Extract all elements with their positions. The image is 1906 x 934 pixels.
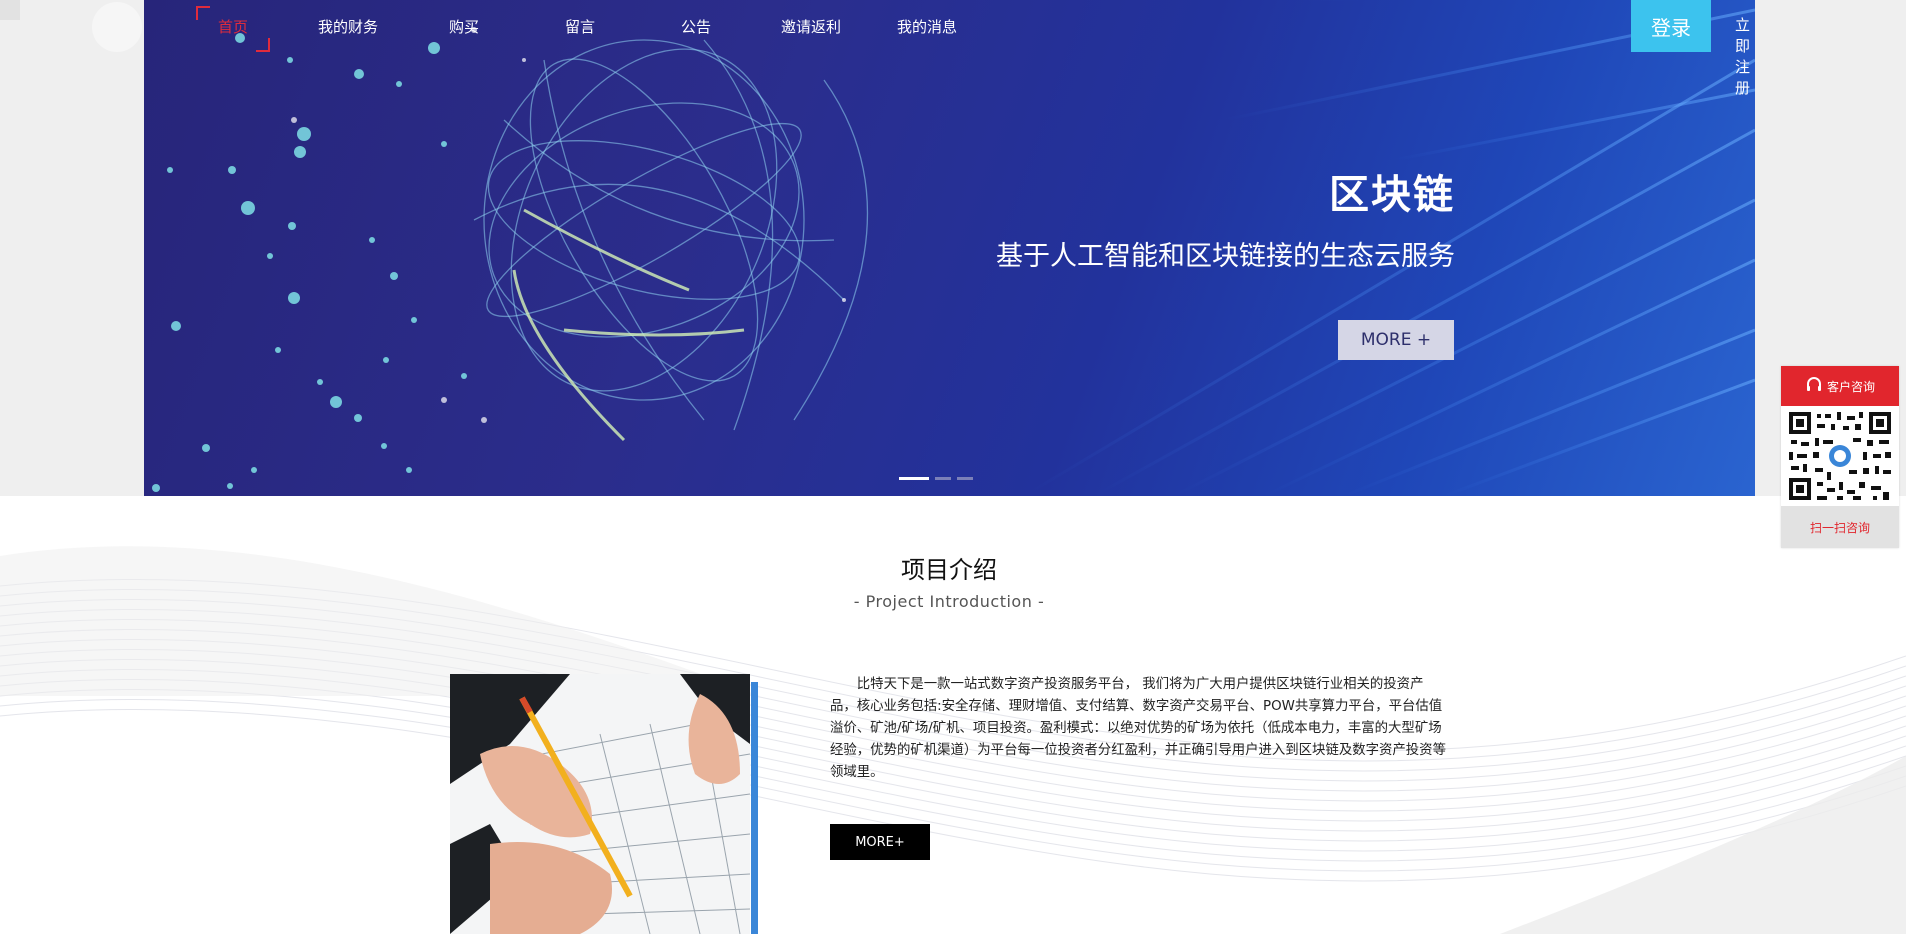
carousel-dot-3[interactable]: [957, 477, 973, 480]
active-nav-bracket: [196, 6, 210, 20]
headset-icon: [1805, 376, 1823, 397]
photo-accent-bar: [751, 682, 758, 934]
nav-item-buy[interactable]: 购买: [449, 16, 479, 37]
hero-more-button[interactable]: MORE +: [1338, 320, 1454, 360]
decor-circle: [92, 2, 142, 52]
consult-widget: 客户咨询 扫一扫咨询: [1781, 366, 1899, 548]
hero-banner: 首页 我的财务 购买 留言 公告 邀请返利 我的消息 登录 立即注册 区块链 基…: [144, 0, 1755, 496]
active-nav-bracket: [256, 38, 270, 52]
carousel-indicators: [899, 477, 973, 480]
section-title: 项目介绍: [901, 556, 997, 584]
nav-item-invite[interactable]: 邀请返利: [781, 16, 841, 37]
project-more-button[interactable]: MORE+: [830, 824, 930, 860]
section-subtitle: - Project Introduction -: [853, 592, 1045, 611]
nav-item-finance[interactable]: 我的财务: [318, 16, 378, 37]
project-description: 比特天下是一款一站式数字资产投资服务平台， 我们将为广大用户提供区块链行业相关的…: [830, 677, 1446, 780]
scan-consult-label: 扫一扫咨询: [1781, 506, 1899, 548]
login-button[interactable]: 登录: [1631, 0, 1711, 52]
carousel-dot-2[interactable]: [935, 477, 951, 480]
hero-title: 区块链: [1329, 172, 1455, 218]
consult-header[interactable]: 客户咨询: [1781, 366, 1899, 406]
nav-item-message[interactable]: 留言: [565, 16, 595, 37]
nav-item-notice[interactable]: 公告: [681, 16, 711, 37]
register-link[interactable]: 立即注册: [1735, 14, 1755, 98]
decor-square: [0, 0, 20, 20]
left-margin-strip: [0, 0, 144, 496]
consult-header-label: 客户咨询: [1826, 379, 1875, 394]
nav-item-home[interactable]: 首页: [218, 16, 248, 37]
project-photo: [450, 674, 750, 934]
hero-globe-graphic: [152, 0, 1755, 496]
hero-subtitle: 基于人工智能和区块链接的生态云服务: [996, 241, 1455, 272]
carousel-dot-1[interactable]: [899, 477, 929, 480]
nav-item-inbox[interactable]: 我的消息: [897, 16, 957, 37]
qr-code-icon: [1787, 410, 1893, 502]
